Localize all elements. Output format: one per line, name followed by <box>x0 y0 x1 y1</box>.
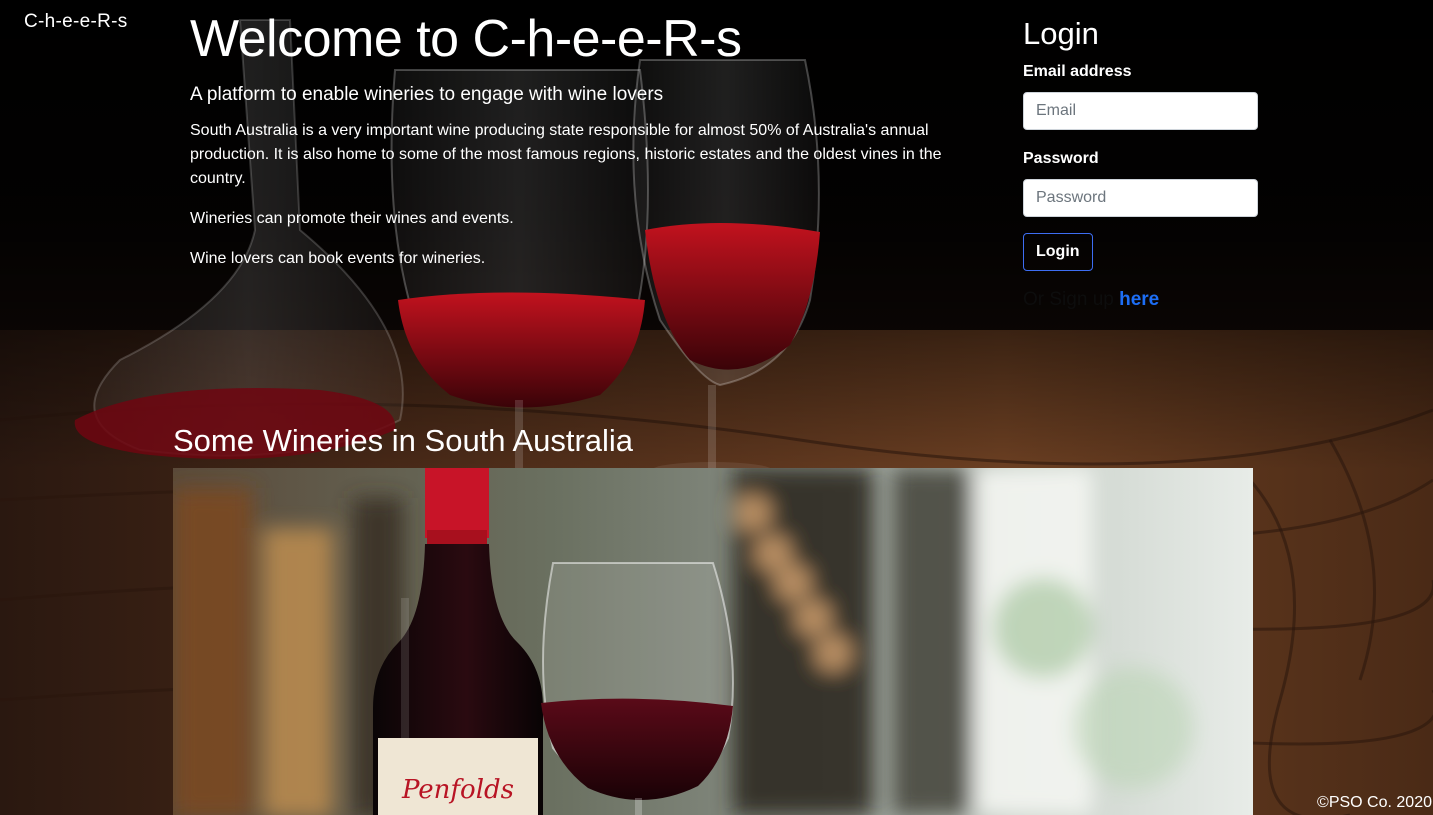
page-title: Welcome to C-h-e-e-R-s <box>190 10 742 68</box>
brand-logo-link[interactable]: C-h-e-e-R-s <box>24 11 128 33</box>
svg-text:Penfolds: Penfolds <box>401 775 514 805</box>
signup-prefix-text: Or Sign up <box>1023 289 1114 310</box>
signup-link[interactable]: here <box>1119 289 1159 310</box>
email-label: Email address <box>1023 63 1132 80</box>
email-input[interactable] <box>1023 92 1258 130</box>
password-label: Password <box>1023 150 1099 167</box>
hero-section: Welcome to C-h-e-e-R-s A platform to ena… <box>190 8 960 271</box>
hero-lead: A platform to enable wineries to engage … <box>190 84 664 105</box>
signup-prompt: Or Sign up here <box>1023 288 1263 312</box>
hero-paragraph-intro: South Australia is a very important wine… <box>190 122 942 187</box>
password-input[interactable] <box>1023 179 1258 217</box>
hero-paragraph-wineries: Wineries can promote their wines and eve… <box>190 210 514 227</box>
winery-carousel-image[interactable]: Penfolds <box>173 468 1253 815</box>
login-title: Login <box>1023 16 1099 51</box>
login-button[interactable]: Login <box>1023 233 1093 271</box>
login-form: Login Email address Password Login Or Si… <box>1023 14 1263 312</box>
hero-paragraph-wine-lovers: Wine lovers can book events for wineries… <box>190 250 486 267</box>
footer-copyright: ©PSO Co. 2020 <box>1317 794 1432 811</box>
wineries-section-title: Some Wineries in South Australia <box>173 423 634 458</box>
